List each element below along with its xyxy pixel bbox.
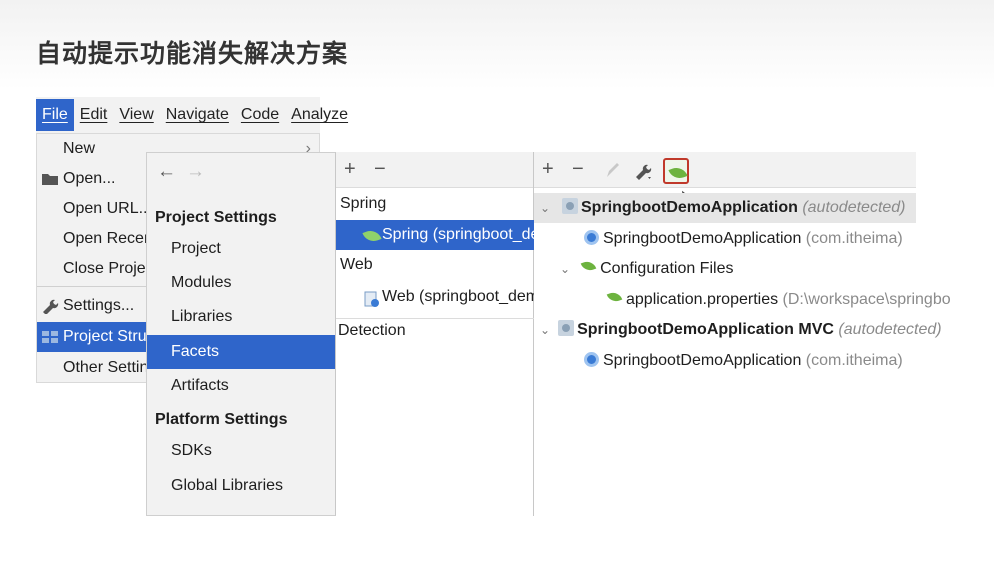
context-mvc-class-row[interactable]: SpringbootDemoApplication (com.itheima) — [584, 346, 903, 376]
context-app-class-pkg: (com.itheima) — [805, 230, 903, 247]
slide-title: 自动提示功能消失解决方案 — [36, 39, 349, 68]
detection-item[interactable]: Detection — [338, 322, 406, 340]
nav-item-global-libraries[interactable]: Global Libraries — [147, 469, 335, 503]
menu-analyze[interactable]: Analyze — [285, 99, 354, 131]
nav-arrows: ←→ — [157, 161, 215, 183]
spring-facet-detail: + − ⌄ SpringbootDemoApplication (autodet… — [534, 152, 951, 516]
menu-bar: File Edit View Navigate Code Analyze — [36, 97, 348, 133]
project-structure-nav: ←→ Project Settings Project Modules Libr… — [146, 152, 336, 516]
config-files-icon — [580, 259, 596, 275]
spring-bean-icon — [584, 230, 599, 245]
spring-config-button-highlight[interactable] — [663, 158, 689, 184]
detail-toolbar: + − — [534, 152, 916, 188]
spring-context-icon — [558, 320, 575, 336]
wrench-icon[interactable] — [634, 161, 654, 186]
menu-navigate[interactable]: Navigate — [160, 99, 235, 131]
application-properties-row[interactable]: application.properties (D:\workspace\spr… — [606, 285, 951, 315]
application-properties-path: (D:\workspace\springbo — [782, 291, 951, 308]
context-app-suffix: (autodetected) — [802, 199, 906, 216]
back-arrow-icon[interactable]: ← — [157, 161, 186, 182]
chevron-down-icon: ⌄ — [560, 262, 571, 276]
properties-file-icon — [606, 290, 622, 306]
facet-spring-label: Spring (springboot_dem — [382, 226, 534, 243]
add-context-button[interactable]: + — [542, 158, 554, 180]
wrench-icon — [41, 298, 59, 315]
remove-facet-button[interactable]: − — [374, 158, 386, 180]
file-menu-open-url-label: Open URL... — [63, 200, 152, 217]
file-menu-open-label: Open... — [63, 170, 116, 187]
pencil-icon[interactable] — [604, 161, 620, 184]
context-mvc-name: SpringbootDemoApplication MVC — [577, 321, 834, 338]
project-structure-icon — [41, 329, 59, 345]
facet-spring[interactable]: Spring (springboot_dem — [336, 220, 534, 250]
menu-view[interactable]: View — [113, 99, 159, 131]
file-menu-open-recent-label: Open Recent — [63, 230, 158, 247]
context-mvc-class-pkg: (com.itheima) — [805, 352, 903, 369]
context-app-class-name: SpringbootDemoApplication — [603, 230, 802, 247]
context-row-mvc[interactable]: ⌄ SpringbootDemoApplication MVC (autodete… — [540, 315, 942, 345]
nav-item-libraries[interactable]: Libraries — [147, 300, 335, 334]
file-menu-other-settings-label: Other Setting — [63, 359, 158, 376]
project-settings-heading: Project Settings — [155, 209, 277, 226]
add-facet-button[interactable]: + — [344, 158, 356, 180]
chevron-down-icon: ⌄ — [540, 323, 551, 337]
file-menu-new-label: New — [63, 140, 96, 157]
nav-item-facets[interactable]: Facets — [147, 335, 335, 369]
config-files-row[interactable]: ⌄ Configuration Files — [560, 254, 733, 284]
context-app-name: SpringbootDemoApplication — [581, 199, 798, 216]
facets-panel: + − Spring Spring (springboot_dem Web We… — [336, 152, 534, 516]
facets-separator — [336, 318, 534, 319]
context-mvc-class-name: SpringbootDemoApplication — [603, 352, 802, 369]
file-menu-close-project-label: Close Project — [63, 260, 159, 277]
menu-code[interactable]: Code — [235, 99, 285, 131]
spring-leaf-icon — [362, 227, 382, 245]
nav-item-artifacts[interactable]: Artifacts — [147, 369, 335, 403]
context-app-class-row[interactable]: SpringbootDemoApplication (com.itheima) — [584, 224, 903, 254]
context-app-content: SpringbootDemoApplication (autodetected) — [562, 193, 906, 223]
nav-item-project[interactable]: Project — [147, 232, 335, 266]
facet-group-spring[interactable]: Spring — [340, 195, 386, 213]
facet-web[interactable]: Web (springboot_demo) — [336, 282, 534, 312]
context-mvc-suffix: (autodetected) — [838, 321, 942, 338]
facet-web-label: Web (springboot_demo) — [382, 288, 534, 305]
file-menu-project-structure-label: Project Struct — [63, 328, 160, 345]
menu-edit[interactable]: Edit — [74, 99, 114, 131]
spring-bean-icon — [584, 352, 599, 367]
web-icon — [364, 289, 380, 312]
chevron-down-icon: ⌄ — [540, 201, 551, 215]
context-row-app[interactable]: ⌄ SpringbootDemoApplication (autodetecte… — [534, 193, 916, 223]
nav-item-modules[interactable]: Modules — [147, 266, 335, 300]
config-files-label: Configuration Files — [600, 260, 734, 277]
file-menu-settings-label: Settings... — [63, 297, 135, 314]
forward-arrow-icon[interactable]: → — [186, 161, 215, 182]
nav-item-sdks[interactable]: SDKs — [147, 434, 335, 468]
folder-icon — [41, 171, 59, 187]
facet-group-web[interactable]: Web — [340, 256, 373, 274]
application-properties-name: application.properties — [626, 291, 779, 308]
menu-file[interactable]: File — [36, 99, 74, 131]
facets-toolbar: + − — [336, 152, 533, 188]
remove-context-button[interactable]: − — [572, 158, 584, 180]
platform-settings-heading: Platform Settings — [155, 411, 288, 428]
spring-leaf-icon — [668, 164, 688, 182]
spring-context-icon — [562, 198, 578, 214]
